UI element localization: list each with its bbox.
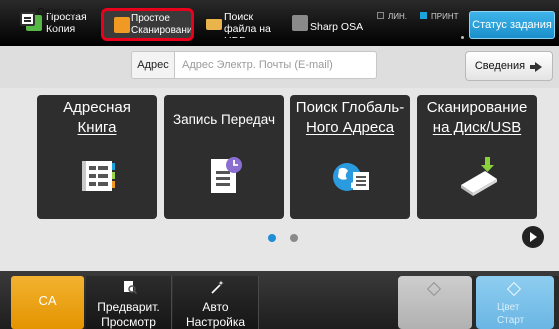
global-address-icon: [333, 163, 369, 191]
line-indicator-light: [377, 12, 384, 19]
auto-setting-button[interactable]: Авто Настройка: [173, 276, 259, 329]
address-book-title: Адресная Книга: [37, 98, 157, 138]
address-book-icon: [82, 161, 115, 191]
start-diamond-icon: [426, 281, 442, 297]
global-address-search-title-line1: Поиск Глобаль-: [295, 99, 405, 116]
magic-wand-icon: [211, 280, 224, 294]
print-indicator-label: ПРИНТ: [431, 12, 459, 21]
auto-setting-label: Авто Настройка: [185, 300, 246, 329]
folder-icon: [206, 19, 222, 30]
scan-to-hdd-usb-title-line2: на Диск/USB: [432, 119, 522, 136]
tab-sharp-osa[interactable]: Sharp OSA: [288, 8, 370, 38]
send-history-icon: [211, 157, 242, 193]
color-start-diamond-icon: [506, 281, 522, 297]
osa-icon: [292, 15, 308, 31]
page-indicator[interactable]: [290, 234, 298, 242]
line-indicator: ЛИН.: [377, 12, 407, 22]
status-dot: [461, 36, 464, 39]
line-indicator-label: ЛИН.: [388, 12, 407, 21]
send-history-title: Запись Передач: [164, 110, 284, 130]
scan-to-hdd-usb-card[interactable]: Сканирование на Диск/USB: [417, 95, 537, 219]
preview-label: Предварит. Просмотр: [97, 300, 160, 329]
color-start-button[interactable]: Цвет Старт: [476, 276, 554, 329]
preview-button[interactable]: Предварит. Просмотр: [86, 276, 172, 329]
page-indicator-active[interactable]: [268, 234, 276, 242]
clear-all-button[interactable]: CA: [11, 276, 84, 329]
details-label: Сведения: [474, 60, 526, 72]
tab-simple-scan-label: Простое Сканировани: [131, 13, 193, 36]
address-label[interactable]: Адрес: [132, 52, 175, 78]
original-size[interactable]: A4: [48, 19, 60, 32]
tab-simple-scan[interactable]: Простое Сканировани: [101, 8, 194, 41]
scan-icon: [114, 17, 130, 33]
address-book-title-line2: Книга: [77, 119, 117, 136]
address-book-card[interactable]: Адресная Книга: [37, 95, 157, 219]
usb-drive-icon: [461, 157, 497, 196]
tab-sharp-osa-label: Sharp OSA: [310, 21, 364, 33]
tab-hdd-file-search[interactable]: Поиск файла на HDD: [200, 8, 288, 38]
preview-icon: [124, 281, 137, 294]
global-address-search-card[interactable]: Поиск Глобаль- Ного Адреса: [290, 95, 410, 219]
print-indicator: ПРИНТ: [420, 12, 459, 22]
original-icon: [20, 12, 35, 26]
details-button[interactable]: Сведения: [465, 51, 553, 81]
arrow-right-icon: [530, 62, 542, 72]
email-address-input[interactable]: [176, 52, 376, 78]
global-address-search-title-line2: Ного Адреса: [305, 119, 395, 136]
original-label[interactable]: Оригинал: [37, 6, 82, 19]
address-field[interactable]: Адрес: [131, 51, 377, 79]
send-history-title-line1: Запись Передач: [172, 112, 276, 127]
bw-start-button[interactable]: [398, 276, 472, 329]
next-page-button[interactable]: [522, 226, 544, 248]
scan-to-hdd-usb-title: Сканирование на Диск/USB: [417, 98, 537, 138]
global-address-search-title: Поиск Глобаль- Ного Адреса: [290, 98, 410, 138]
send-history-card[interactable]: Запись Передач: [164, 95, 284, 219]
print-indicator-light: [420, 12, 427, 19]
job-status-button[interactable]: Статус задания: [469, 11, 555, 39]
tab-hdd-file-search-label: Поиск файла на HDD: [224, 11, 271, 38]
scanner-screen: Простая Копия Простое Сканировани Поиск …: [0, 0, 559, 329]
address-book-title-line1: Адресная: [63, 99, 131, 116]
color-start-label: Цвет Старт: [497, 302, 525, 326]
scan-to-hdd-usb-title-line1: Сканирование: [426, 99, 528, 116]
